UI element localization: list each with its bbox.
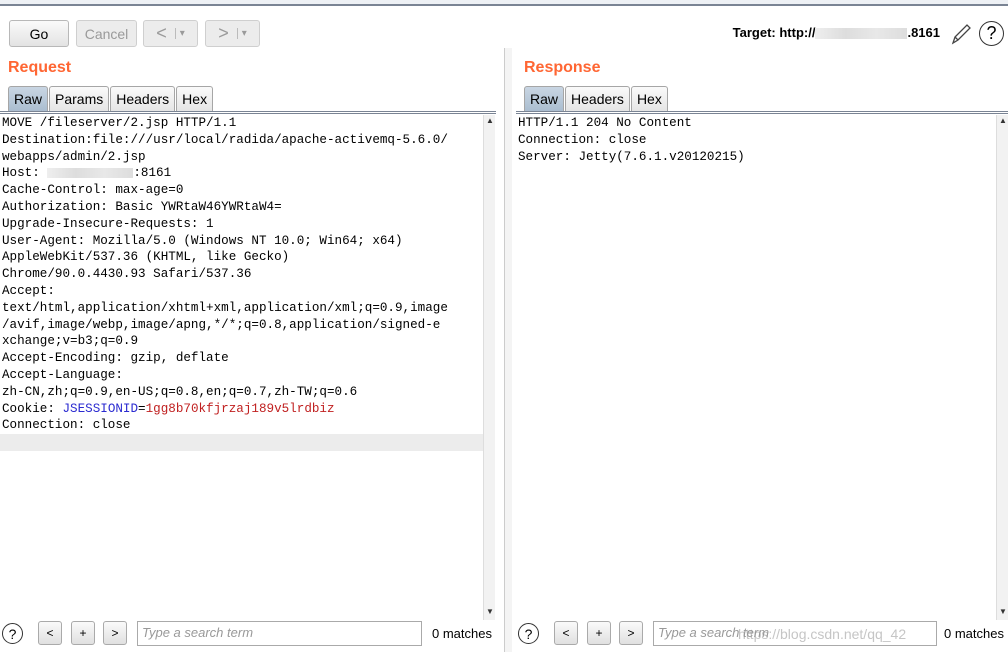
request-line: Authorization: Basic YWRtaW46YWRtaW4= bbox=[2, 199, 282, 214]
request-line: Accept-Encoding: gzip, deflate bbox=[2, 351, 229, 366]
response-tabs: Raw Headers Hex bbox=[524, 86, 669, 112]
response-search-input[interactable]: Type a search term bbox=[653, 621, 937, 646]
search-next-button[interactable]: > bbox=[103, 621, 127, 645]
request-line: Chrome/90.0.4430.93 Safari/537.36 bbox=[2, 267, 252, 282]
pencil-icon[interactable] bbox=[950, 22, 972, 46]
response-scrollbar[interactable]: ▲ ▼ bbox=[996, 115, 1008, 620]
response-title: Response bbox=[524, 59, 601, 76]
request-title: Request bbox=[8, 59, 72, 76]
request-line: zh-CN,zh;q=0.9,en-US;q=0.8,en;q=0.7,zh-T… bbox=[2, 384, 358, 399]
chevron-down-icon[interactable]: ▾ bbox=[174, 28, 185, 39]
request-line: Accept-Language: bbox=[2, 367, 123, 382]
request-match-count: 0 matches bbox=[432, 626, 492, 641]
pane-splitter[interactable] bbox=[504, 48, 512, 652]
go-button[interactable]: Go bbox=[9, 20, 69, 47]
help-icon[interactable]: ? bbox=[979, 21, 1004, 46]
cookie-value: 1gg8b70kfjrzaj189v5lrdbiz bbox=[145, 401, 335, 416]
request-line: text/html,application/xhtml+xml,applicat… bbox=[2, 300, 448, 315]
request-line: /avif,image/webp,image/apng,*/*;q=0.8,ap… bbox=[2, 317, 441, 332]
request-scrollbar[interactable]: ▲ ▼ bbox=[483, 115, 495, 620]
response-line: Connection: close bbox=[518, 132, 647, 147]
tab-raw[interactable]: Raw bbox=[8, 86, 49, 112]
back-icon: < bbox=[156, 23, 167, 43]
tab-headers[interactable]: Headers bbox=[110, 86, 176, 112]
redacted-host bbox=[815, 28, 908, 40]
tab-headers[interactable]: Headers bbox=[565, 86, 630, 112]
target-port: .8161 bbox=[907, 25, 940, 40]
request-tabs: Raw Params Headers Hex bbox=[8, 86, 214, 112]
request-line: Accept: bbox=[2, 283, 55, 298]
request-editor[interactable]: MOVE /fileserver/2.jsp HTTP/1.1 Destinat… bbox=[0, 115, 483, 620]
cookie-name: JSESSIONID bbox=[62, 401, 139, 416]
chevron-down-icon[interactable]: ▾ bbox=[236, 28, 247, 39]
request-line-host: Host: :8161 bbox=[0, 165, 483, 182]
search-add-button[interactable]: + bbox=[71, 621, 95, 645]
help-icon[interactable]: ? bbox=[2, 623, 23, 644]
request-line: User-Agent: Mozilla/5.0 (Windows NT 10.0… bbox=[2, 233, 403, 248]
tab-hex[interactable]: Hex bbox=[630, 86, 668, 112]
request-line: xchange;v=b3;q=0.9 bbox=[2, 334, 139, 349]
tab-strip bbox=[0, 0, 1008, 6]
search-add-button[interactable]: + bbox=[587, 621, 611, 645]
tab-underline bbox=[0, 111, 496, 114]
tab-raw[interactable]: Raw bbox=[524, 86, 565, 112]
cookie-label: Cookie: bbox=[2, 401, 63, 416]
target-display: Target: http:// .8161 bbox=[733, 25, 940, 40]
help-icon[interactable]: ? bbox=[518, 623, 539, 644]
request-line: Destination:file:///usr/local/radida/apa… bbox=[2, 132, 448, 147]
cookie-eq: = bbox=[138, 401, 146, 416]
request-line: AppleWebKit/537.36 (KHTML, like Gecko) bbox=[2, 250, 290, 265]
request-line: Connection: close bbox=[2, 418, 131, 433]
response-editor[interactable]: HTTP/1.1 204 No Content Connection: clos… bbox=[516, 115, 996, 620]
request-line: Upgrade-Insecure-Requests: 1 bbox=[2, 216, 214, 231]
search-prev-button[interactable]: < bbox=[554, 621, 578, 645]
forward-button[interactable]: > ▾ bbox=[205, 20, 260, 47]
tab-params[interactable]: Params bbox=[49, 86, 110, 112]
tab-underline bbox=[516, 111, 1008, 114]
request-line: webapps/admin/2.jsp bbox=[2, 149, 146, 164]
request-line-cookie: Cookie: JSESSIONID=1gg8b70kfjrzaj189v5lr… bbox=[0, 401, 483, 418]
redacted-host bbox=[47, 168, 134, 179]
cancel-button[interactable]: Cancel bbox=[76, 20, 137, 47]
search-prev-button[interactable]: < bbox=[38, 621, 62, 645]
response-match-count: 0 matches bbox=[944, 626, 1004, 641]
forward-icon: > bbox=[218, 23, 229, 43]
host-port: :8161 bbox=[133, 166, 172, 181]
response-line: Server: Jetty(7.6.1.v20120215) bbox=[518, 149, 745, 164]
request-line: MOVE /fileserver/2.jsp HTTP/1.1 bbox=[2, 116, 237, 130]
target-label: Target: http:// bbox=[732, 25, 816, 40]
request-search-input[interactable]: Type a search term bbox=[137, 621, 422, 646]
search-next-button[interactable]: > bbox=[619, 621, 643, 645]
tab-hex[interactable]: Hex bbox=[176, 86, 214, 112]
host-label: Host: bbox=[2, 166, 48, 181]
back-button[interactable]: < ▾ bbox=[143, 20, 198, 47]
request-line: Cache-Control: max-age=0 bbox=[2, 183, 184, 198]
response-line: HTTP/1.1 204 No Content bbox=[518, 116, 692, 130]
current-line bbox=[0, 434, 483, 451]
